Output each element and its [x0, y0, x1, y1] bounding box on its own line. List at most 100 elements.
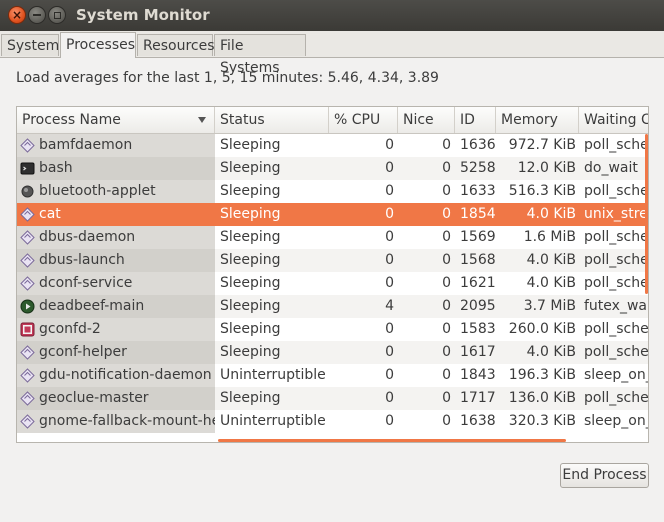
memory-cell: 136.0 KiB — [508, 390, 576, 406]
pid-cell: 1583 — [460, 321, 496, 337]
process-name-cell: deadbeef-main — [39, 298, 145, 314]
status-cell: Sleeping — [220, 252, 281, 268]
diamond-icon — [20, 391, 35, 406]
tab-file-systems[interactable]: File Systems — [214, 34, 306, 76]
tab-system[interactable]: System — [1, 34, 59, 56]
waiting-channel-cell: futex_wai — [584, 298, 649, 314]
cpu-cell: 0 — [385, 413, 394, 429]
pid-cell: 1617 — [460, 344, 496, 360]
nice-cell: 0 — [442, 413, 451, 429]
table-row[interactable]: bamfdaemon Sleeping 0 0 1636 972.7 KiB poll_sc… — [17, 134, 648, 157]
pid-cell: 1717 — [460, 390, 496, 406]
table-row[interactable]: cat Sleeping 0 0 1854 4.0 KiB unix_strea — [17, 203, 648, 226]
waiting-channel-cell: sleep_on_ — [584, 413, 649, 429]
pid-cell: 1636 — [460, 137, 496, 153]
maximize-button[interactable] — [48, 6, 66, 24]
process-name-cell: gnome-fallback-mount-hel — [39, 413, 215, 429]
column-header-memory[interactable]: Memory — [496, 107, 579, 133]
memory-cell: 260.0 KiB — [508, 321, 576, 337]
table-row[interactable]: gnome-fallback-mount-hel Uninterruptible 0… — [17, 410, 649, 433]
waiting-channel-cell: unix_strea — [584, 206, 648, 222]
table-row[interactable]: dbus-launch Sleeping 0 0 1568 4.0 KiB poll_sch… — [17, 249, 648, 272]
nice-cell: 0 — [442, 229, 451, 245]
memory-cell: 4.0 KiB — [526, 206, 576, 222]
waiting-channel-cell: poll_sched — [584, 275, 648, 291]
waiting-channel-cell: poll_sched — [584, 229, 648, 245]
table-row[interactable]: gconfd-2 Sleeping 0 0 1583 260.0 KiB poll_sche… — [17, 318, 648, 341]
memory-cell: 516.3 KiB — [508, 183, 576, 199]
pid-cell: 2095 — [460, 298, 496, 314]
end-process-button[interactable]: End Process — [560, 463, 649, 488]
process-name-cell: dconf-service — [39, 275, 133, 291]
waiting-channel-cell: poll_sched — [584, 183, 648, 199]
window-title: System Monitor — [76, 6, 210, 24]
column-header-id[interactable]: ID — [455, 107, 496, 133]
title-bar[interactable]: × System Monitor — [0, 0, 664, 31]
diamond-icon — [20, 207, 35, 222]
status-cell: Sleeping — [220, 137, 281, 153]
bluetooth-icon — [20, 184, 35, 199]
vertical-scrollbar[interactable] — [645, 134, 648, 294]
pid-cell: 1843 — [460, 367, 496, 383]
table-row[interactable]: bluetooth-applet Sleeping 0 0 1633 516.3 KiB p… — [17, 180, 648, 203]
table-row[interactable]: geoclue-master Sleeping 0 0 1717 136.0 KiB pol… — [17, 387, 649, 410]
sort-descending-icon — [198, 117, 206, 123]
minimize-button[interactable] — [28, 6, 46, 24]
cpu-cell: 4 — [385, 298, 394, 314]
memory-cell: 4.0 KiB — [526, 344, 576, 360]
process-name-cell: geoclue-master — [39, 390, 149, 406]
pid-cell: 1568 — [460, 252, 496, 268]
waiting-channel-cell: sleep_on_ — [584, 367, 649, 383]
cpu-cell: 0 — [385, 183, 394, 199]
cpu-cell: 0 — [385, 160, 394, 176]
play-icon — [20, 299, 35, 314]
waiting-channel-cell: poll_sched — [584, 390, 649, 406]
status-cell: Sleeping — [220, 206, 281, 222]
tab-resources[interactable]: Resources — [137, 34, 215, 56]
table-row[interactable]: gdu-notification-daemon Uninterruptible 0 0… — [17, 364, 649, 387]
cpu-cell: 0 — [385, 344, 394, 360]
memory-cell: 1.6 MiB — [523, 229, 576, 245]
column-header-process-name[interactable]: Process Name — [17, 107, 215, 133]
close-icon: × — [11, 8, 23, 22]
cpu-cell: 0 — [385, 252, 394, 268]
status-cell: Sleeping — [220, 344, 281, 360]
memory-cell: 320.3 KiB — [508, 413, 576, 429]
diamond-icon — [20, 138, 35, 153]
process-name-cell: dbus-daemon — [39, 229, 136, 245]
table-row[interactable]: dbus-daemon Sleeping 0 0 1569 1.6 MiB poll_sch… — [17, 226, 648, 249]
status-cell: Sleeping — [220, 298, 281, 314]
process-name-cell: bash — [39, 160, 73, 176]
waiting-channel-cell: poll_sched — [584, 137, 648, 153]
pid-cell: 1633 — [460, 183, 496, 199]
nice-cell: 0 — [442, 298, 451, 314]
table-row[interactable]: deadbeef-main Sleeping 4 0 2095 3.7 MiB futex_… — [17, 295, 649, 318]
minimize-icon — [33, 14, 41, 16]
pid-cell: 5258 — [460, 160, 496, 176]
nice-cell: 0 — [442, 321, 451, 337]
diamond-icon — [20, 345, 35, 360]
process-name-cell: dbus-launch — [39, 252, 125, 268]
cpu-cell: 0 — [385, 321, 394, 337]
load-averages-text: Load averages for the last 1, 5, 15 minu… — [16, 70, 439, 86]
nice-cell: 0 — [442, 275, 451, 291]
column-header-status[interactable]: Status — [215, 107, 329, 133]
terminal-icon — [20, 161, 35, 176]
nice-cell: 0 — [442, 367, 451, 383]
process-list[interactable]: bamfdaemon Sleeping 0 0 1636 972.7 KiB poll_sc… — [17, 111, 649, 433]
table-row[interactable]: dconf-service Sleeping 0 0 1621 4.0 KiB poll_s… — [17, 272, 648, 295]
nice-cell: 0 — [442, 390, 451, 406]
table-row[interactable]: gconf-helper Sleeping 0 0 1617 4.0 KiB poll_sc… — [17, 341, 648, 364]
cpu-cell: 0 — [385, 137, 394, 153]
horizontal-scrollbar[interactable] — [218, 439, 566, 442]
memory-cell: 4.0 KiB — [526, 275, 576, 291]
tab-processes[interactable]: Processes — [60, 32, 136, 58]
column-header-nice[interactable]: Nice — [398, 107, 455, 133]
close-button[interactable]: × — [8, 6, 26, 24]
diamond-icon — [20, 276, 35, 291]
process-table[interactable]: bamfdaemon Sleeping 0 0 1636 972.7 KiB poll_sc… — [16, 106, 649, 443]
column-header-cpu[interactable]: % CPU — [329, 107, 398, 133]
process-name-cell: cat — [39, 206, 61, 222]
table-row[interactable]: bash Sleeping 0 0 5258 12.0 KiB do_wait — [17, 157, 648, 180]
column-header-waiting-channel[interactable]: Waiting C — [579, 107, 648, 133]
